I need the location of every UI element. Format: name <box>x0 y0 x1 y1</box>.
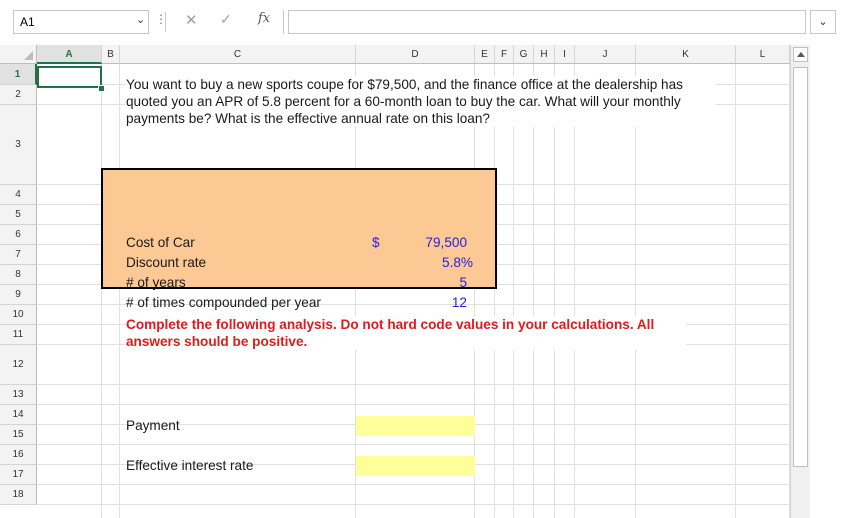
years-value-cell[interactable]: 5 <box>395 275 467 290</box>
cancel-icon[interactable]: ✕ <box>185 11 198 29</box>
row-header-3[interactable]: 3 <box>0 105 37 185</box>
row-header-5[interactable]: 5 <box>0 205 37 225</box>
divider <box>165 12 166 32</box>
column-header-h[interactable]: H <box>534 45 555 64</box>
row-header-13[interactable]: 13 <box>0 385 37 405</box>
divider <box>283 10 284 34</box>
row-header-6[interactable]: 6 <box>0 225 37 245</box>
grid-column-line <box>513 64 514 518</box>
scrollbar-thumb[interactable] <box>793 67 808 467</box>
row-header-17[interactable]: 17 <box>0 465 37 485</box>
grid-row-line <box>37 404 790 405</box>
column-header-k[interactable]: K <box>636 45 736 64</box>
rate-label: Discount rate <box>126 255 207 270</box>
grid-row-line <box>37 384 790 385</box>
row-header-16[interactable]: 16 <box>0 445 37 465</box>
compound-label: # of times compounded per year <box>126 295 321 310</box>
effective-rate-label: Effective interest rate <box>126 458 254 473</box>
row-header-12[interactable]: 12 <box>0 345 37 385</box>
enter-check-icon[interactable]: ✓ <box>220 11 232 28</box>
insert-function-icon[interactable]: fx <box>258 11 270 26</box>
formula-bar: A1 ⌄ ⋮ ✕ ✓ fx ⌄ <box>0 0 851 44</box>
cost-label: Cost of Car <box>126 235 195 250</box>
years-label: # of years <box>126 275 186 290</box>
column-header-l[interactable]: L <box>736 45 790 64</box>
column-header-a[interactable]: A <box>37 45 102 64</box>
grid-row-line <box>37 484 790 485</box>
name-box[interactable]: A1 <box>13 10 149 34</box>
vertical-scrollbar[interactable] <box>790 45 810 518</box>
cost-value-cell[interactable]: 79,500 <box>395 235 467 250</box>
row-header-9[interactable]: 9 <box>0 285 37 305</box>
row-header-4[interactable]: 4 <box>0 185 37 205</box>
row-header-11[interactable]: 11 <box>0 325 37 345</box>
row-header-14[interactable]: 14 <box>0 405 37 425</box>
question-text: You want to buy a new sports coupe for $… <box>126 76 716 127</box>
row-header-8[interactable]: 8 <box>0 265 37 285</box>
column-header-b[interactable]: B <box>102 45 120 64</box>
grid-row-line <box>37 444 790 445</box>
chevron-down-icon[interactable]: ⌄ <box>136 13 145 26</box>
grid-column-line <box>533 64 534 518</box>
name-box-value: A1 <box>20 15 35 29</box>
grid-column-line <box>355 64 356 518</box>
fill-handle[interactable] <box>98 85 105 92</box>
grid-row-line <box>37 504 790 505</box>
grid-column-line <box>474 64 475 518</box>
payment-answer-cell[interactable] <box>356 416 475 436</box>
scroll-up-button[interactable] <box>793 47 808 62</box>
column-header-f[interactable]: F <box>495 45 514 64</box>
grid-column-line <box>101 64 102 518</box>
grid-column-line <box>554 64 555 518</box>
column-header-i[interactable]: I <box>555 45 575 64</box>
effective-rate-answer-cell[interactable] <box>356 456 475 476</box>
active-cell-a1[interactable] <box>37 66 102 88</box>
select-all-icon <box>24 51 33 60</box>
grid-column-line <box>635 64 636 518</box>
row-header-2[interactable]: 2 <box>0 85 37 105</box>
grid-column-line <box>574 64 575 518</box>
instruction-text: Complete the following analysis. Do not … <box>126 316 686 350</box>
column-header-e[interactable]: E <box>475 45 495 64</box>
formula-input[interactable] <box>288 10 806 34</box>
column-header-d[interactable]: D <box>356 45 475 64</box>
row-header-18[interactable]: 18 <box>0 485 37 505</box>
arrow-up-icon <box>797 52 805 57</box>
row-header-1[interactable]: 1 <box>0 64 37 85</box>
row-header-10[interactable]: 10 <box>0 305 37 325</box>
payment-label: Payment <box>126 418 180 433</box>
column-header-c[interactable]: C <box>120 45 356 64</box>
compound-value-cell[interactable]: 12 <box>395 295 467 310</box>
input-section <box>101 168 497 289</box>
grid-column-line <box>735 64 736 518</box>
grid-column-line <box>494 64 495 518</box>
expand-formula-bar-icon[interactable]: ⌄ <box>810 10 836 34</box>
column-header-g[interactable]: G <box>514 45 534 64</box>
row-header-7[interactable]: 7 <box>0 245 37 265</box>
cost-currency: $ <box>372 235 380 250</box>
column-header-j[interactable]: J <box>575 45 636 64</box>
select-all-corner[interactable] <box>0 45 37 64</box>
rate-value-cell[interactable]: 5.8% <box>395 255 473 270</box>
grid-column-line <box>119 64 120 518</box>
row-header-15[interactable]: 15 <box>0 425 37 445</box>
